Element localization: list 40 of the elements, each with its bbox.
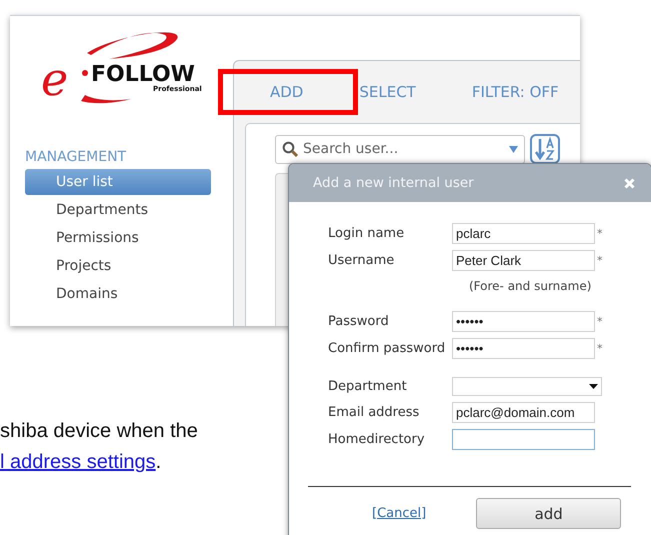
field-label: Department: [328, 379, 408, 394]
search-field[interactable]: Search user...: [275, 134, 525, 164]
add-button[interactable]: add: [476, 498, 622, 529]
caret-icon: [589, 384, 598, 389]
required-mark: *: [597, 315, 602, 328]
logo-letter: e: [41, 52, 68, 106]
sidebar-item[interactable]: Projects: [25, 253, 211, 279]
sort-icon[interactable]: [530, 134, 560, 164]
dot-icon: [82, 70, 88, 76]
caret-icon: [509, 146, 518, 152]
search-placeholder: Search user...: [303, 141, 400, 157]
sidebar-item[interactable]: Domains: [25, 281, 211, 307]
input-field[interactable]: ••••••: [452, 311, 595, 332]
dialog-title: Add a new internal user: [313, 175, 474, 191]
cancel-link[interactable]: [Cancel]: [372, 506, 426, 521]
close-icon[interactable]: [624, 178, 635, 188]
search-icon: [282, 141, 298, 157]
field-label: Homedirectory: [328, 432, 426, 447]
input-field[interactable]: [452, 429, 595, 450]
logo-text: FOLLOW: [91, 62, 195, 87]
swoosh-icon: [81, 95, 131, 104]
field-label: Confirm password: [328, 341, 446, 356]
required-mark: *: [597, 227, 602, 240]
settings-link[interactable]: l address settings: [0, 451, 156, 473]
sidebar-item[interactable]: Departments: [25, 197, 211, 223]
section-heading: MANAGEMENT: [25, 149, 128, 167]
swoosh-icon: [87, 32, 178, 59]
field-label: Password: [328, 314, 390, 329]
input-field[interactable]: Peter Clark: [452, 250, 595, 271]
hint-text: (Fore- and surname): [469, 279, 592, 293]
field-label: Username: [328, 253, 396, 268]
input-field[interactable]: pclarc: [452, 223, 595, 244]
input-field[interactable]: pclarc@domain.com: [452, 402, 595, 423]
input-field[interactable]: ••••••: [452, 338, 595, 359]
required-mark: *: [597, 254, 602, 267]
field-label: Email address: [328, 405, 420, 420]
sidebar-item[interactable]: Permissions: [25, 225, 211, 251]
required-mark: *: [597, 342, 602, 355]
field-label: Login name: [328, 226, 406, 241]
dropdown-field[interactable]: [452, 377, 602, 396]
